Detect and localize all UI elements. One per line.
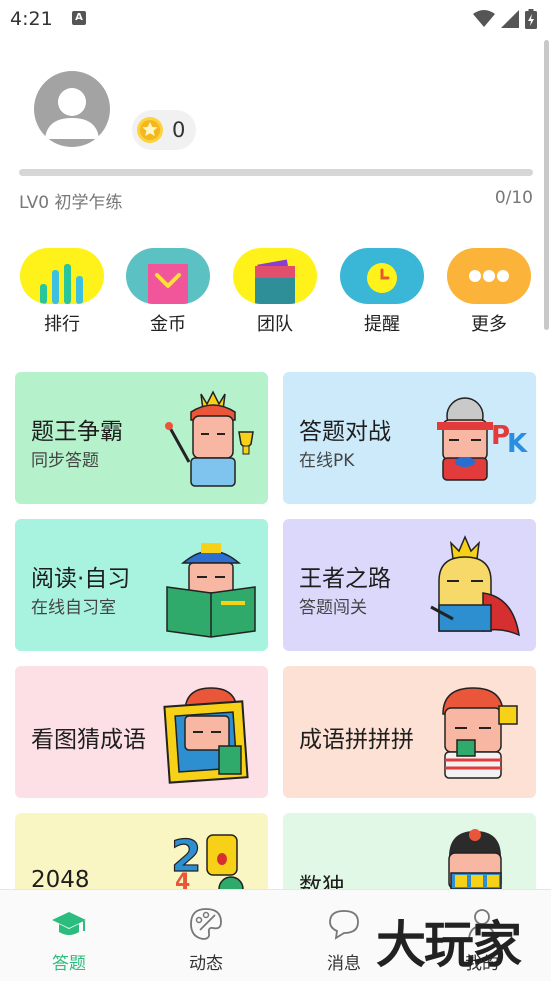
- chat-bubble-icon: [329, 910, 359, 940]
- card-reading-study[interactable]: 阅读·自习 在线自习室: [15, 519, 268, 651]
- puzzle-boy-illustration: [442, 687, 518, 779]
- coin-box-icon: [126, 248, 210, 304]
- card-title: 答题对战: [299, 419, 391, 445]
- graduation-cap-icon: [52, 912, 86, 935]
- quick-action-label: 更多: [471, 314, 507, 335]
- card-idiom-puzzle[interactable]: 成语拼拼拼: [283, 666, 536, 798]
- nav-tab-quiz[interactable]: 答题: [14, 890, 124, 981]
- quick-action-reminder[interactable]: 提醒: [340, 248, 424, 336]
- quick-action-label: 提醒: [364, 314, 400, 335]
- card-pk-battle[interactable]: 答题对战 在线PK P K: [283, 372, 536, 504]
- svg-text:K: K: [507, 429, 528, 459]
- coin-count: 0: [172, 118, 186, 142]
- quick-action-label: 排行: [44, 314, 80, 335]
- king-hero-illustration: [430, 535, 520, 637]
- card-title: 王者之路: [299, 566, 391, 592]
- card-subtitle: 答题闯关: [299, 598, 367, 618]
- more-dots-icon: [447, 248, 531, 304]
- picture-frame-illustration: [163, 687, 249, 784]
- coin-icon: [137, 117, 163, 143]
- quick-action-label: 团队: [257, 314, 293, 335]
- watermark-logo: 大玩家: [376, 916, 522, 974]
- nav-label: 答题: [52, 954, 86, 974]
- card-title: 成语拼拼拼: [299, 727, 414, 753]
- reading-boy-illustration: [166, 543, 256, 638]
- avatar[interactable]: [34, 71, 110, 147]
- level-progress-bar: [19, 169, 533, 176]
- quick-action-label: 金币: [150, 314, 186, 335]
- quick-action-more[interactable]: 更多: [447, 248, 531, 336]
- card-subtitle: 同步答题: [31, 451, 99, 471]
- quiz-king-illustration: [165, 390, 254, 487]
- level-label: LV0 初学乍练: [19, 193, 123, 213]
- wifi-icon: [473, 10, 495, 27]
- card-title: 阅读·自习: [31, 566, 131, 592]
- card-title: 看图猜成语: [31, 727, 146, 753]
- user-avatar-icon: [45, 88, 99, 139]
- card-quiz-battle[interactable]: 题王争霸 同步答题: [15, 372, 268, 504]
- scrollbar[interactable]: [544, 40, 549, 330]
- quick-action-team[interactable]: 团队: [233, 248, 317, 336]
- nav-tab-feed[interactable]: 动态: [151, 890, 261, 981]
- signal-icon: [501, 10, 519, 28]
- notification-icon: A: [72, 11, 86, 25]
- bar-chart-icon: [20, 248, 104, 304]
- card-guess-idiom[interactable]: 看图猜成语: [15, 666, 268, 798]
- status-bar: 4:21 A: [0, 0, 551, 38]
- coin-balance[interactable]: 0: [132, 110, 196, 150]
- card-king-road[interactable]: 王者之路 答题闯关: [283, 519, 536, 651]
- quick-action-coins[interactable]: 金币: [126, 248, 210, 336]
- card-subtitle: 在线自习室: [31, 598, 116, 618]
- quick-action-rank[interactable]: 排行: [20, 248, 104, 336]
- pk-fighter-illustration: P K: [437, 397, 528, 481]
- status-time: 4:21: [10, 8, 53, 30]
- level-progress-text: 0/10: [494, 188, 533, 208]
- sudoku-boy-illustration: [448, 829, 502, 889]
- card-title: 题王争霸: [31, 419, 123, 445]
- system-icons: [473, 9, 537, 29]
- palette-icon: [190, 908, 222, 940]
- card-subtitle: 在线PK: [299, 451, 355, 471]
- clock-icon: [340, 248, 424, 304]
- nav-label: 动态: [189, 954, 223, 974]
- number-tiles-illustration: 2 4: [171, 830, 244, 889]
- team-flag-icon: [233, 248, 317, 304]
- battery-icon: [525, 9, 537, 29]
- svg-text:4: 4: [175, 870, 190, 889]
